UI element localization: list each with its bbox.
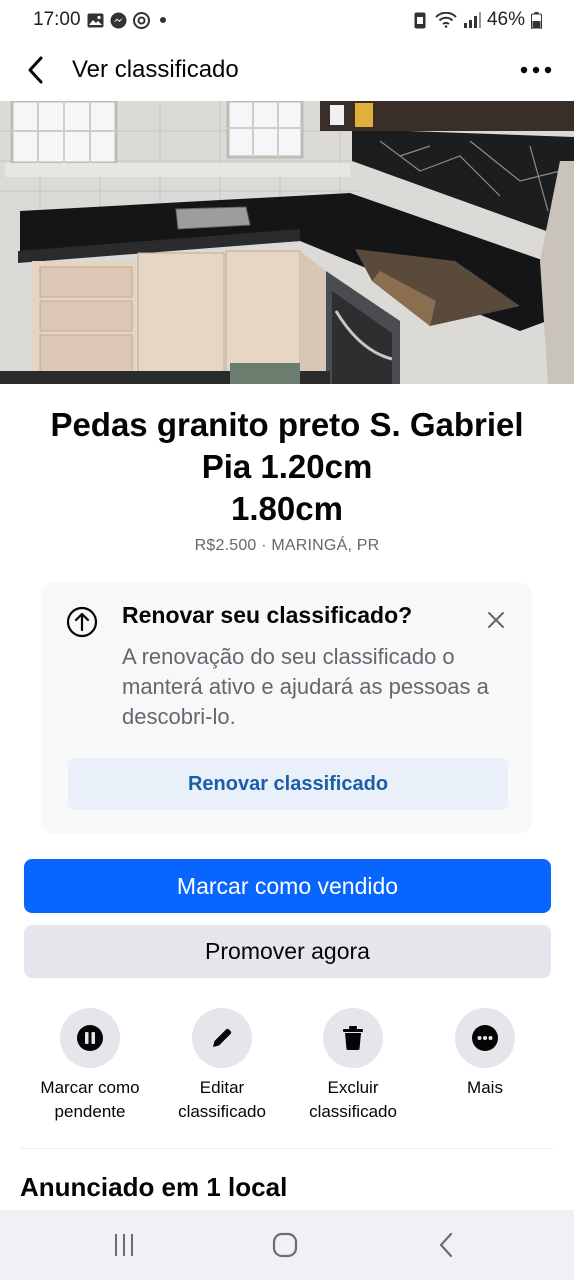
action-label: Marcar como pendente	[20, 1076, 160, 1124]
status-bar: 17:00 46%	[0, 0, 574, 40]
action-label: Excluir classificado	[283, 1076, 423, 1124]
data-saver-icon	[412, 12, 429, 29]
listing-title-line: Pia 1.20cm	[201, 448, 373, 485]
signal-icon	[463, 12, 481, 29]
messenger-icon	[110, 12, 127, 29]
listing-title: Pedas granito preto S. Gabriel Pia 1.20c…	[0, 404, 574, 530]
action-label: Mais	[415, 1076, 555, 1100]
listing-title-line: Pedas granito preto S. Gabriel	[50, 406, 524, 443]
status-right: 46%	[412, 9, 542, 31]
recent-apps-button[interactable]	[107, 1228, 141, 1262]
system-navigation-bar	[0, 1210, 574, 1280]
listing-price-location: R$2.500 · MARINGÁ, PR	[0, 537, 574, 555]
wifi-icon	[435, 12, 457, 29]
section-divider	[20, 1148, 554, 1149]
meta-separator: ·	[261, 537, 267, 554]
chevron-left-icon	[439, 1232, 453, 1258]
delete-listing-action[interactable]: Excluir classificado	[283, 1008, 423, 1124]
action-label-line: pendente	[54, 1102, 126, 1121]
pause-icon	[77, 1025, 103, 1051]
close-renew-card-button[interactable]	[480, 604, 512, 636]
renew-card-title: Renovar seu classificado?	[122, 602, 413, 628]
home-icon	[272, 1232, 298, 1258]
mark-pending-action[interactable]: Marcar como pendente	[20, 1008, 160, 1124]
listing-price: R$2.500	[194, 537, 257, 554]
action-label-line: Editar	[199, 1078, 245, 1097]
action-label-line: classificado	[178, 1102, 266, 1121]
action-label-line: Mais	[467, 1078, 503, 1097]
home-button[interactable]	[268, 1228, 302, 1262]
mark-pending-button[interactable]	[60, 1008, 120, 1068]
listed-locations-title: Anunciado em 1 local	[20, 1172, 288, 1202]
status-time: 17:00	[33, 9, 81, 30]
listing-actions: Marcar como pendente Editar classificado…	[0, 1008, 574, 1138]
gallery-icon	[87, 12, 104, 29]
chevron-left-icon	[28, 56, 43, 84]
close-icon	[488, 612, 504, 628]
arrow-up-circle-icon	[66, 606, 98, 638]
status-left: 17:00	[33, 9, 166, 31]
page-title: Ver classificado	[72, 56, 239, 83]
more-actions-action[interactable]: Mais	[415, 1008, 555, 1100]
app-header: Ver classificado	[0, 40, 574, 100]
listing-location: MARINGÁ, PR	[271, 537, 380, 554]
renew-card-description: A renovação do seu classificado o manter…	[122, 644, 489, 729]
notification-dot-icon	[159, 17, 166, 23]
pencil-icon	[213, 1028, 232, 1047]
more-options-button[interactable]	[518, 54, 554, 86]
more-horizontal-icon	[520, 66, 552, 74]
edit-listing-button[interactable]	[192, 1008, 252, 1068]
renew-listing-card: Renovar seu classificado? A renovação do…	[42, 582, 532, 834]
kitchen-countertop-illustration	[0, 101, 574, 384]
renew-listing-button[interactable]: Renovar classificado	[68, 758, 508, 810]
action-label-line: Marcar como	[40, 1078, 140, 1097]
system-back-button[interactable]	[429, 1228, 463, 1262]
more-actions-button[interactable]	[455, 1008, 515, 1068]
promote-now-button[interactable]: Promover agora	[24, 925, 551, 978]
action-label: Editar classificado	[152, 1076, 292, 1124]
action-label-line: classificado	[309, 1102, 397, 1121]
battery-icon	[531, 11, 542, 29]
battery-percent: 46%	[486, 9, 525, 30]
listing-photo[interactable]	[0, 101, 574, 384]
delete-listing-button[interactable]	[323, 1008, 383, 1068]
back-button[interactable]	[0, 40, 70, 100]
listing-title-line: 1.80cm	[231, 490, 343, 527]
recent-apps-icon	[115, 1234, 133, 1256]
action-label-line: Excluir	[327, 1078, 379, 1097]
more-horizontal-icon	[472, 1025, 498, 1051]
trash-icon	[343, 1026, 363, 1050]
edit-listing-action[interactable]: Editar classificado	[152, 1008, 292, 1124]
mark-as-sold-button[interactable]: Marcar como vendido	[24, 859, 551, 913]
threads-icon	[132, 11, 150, 29]
